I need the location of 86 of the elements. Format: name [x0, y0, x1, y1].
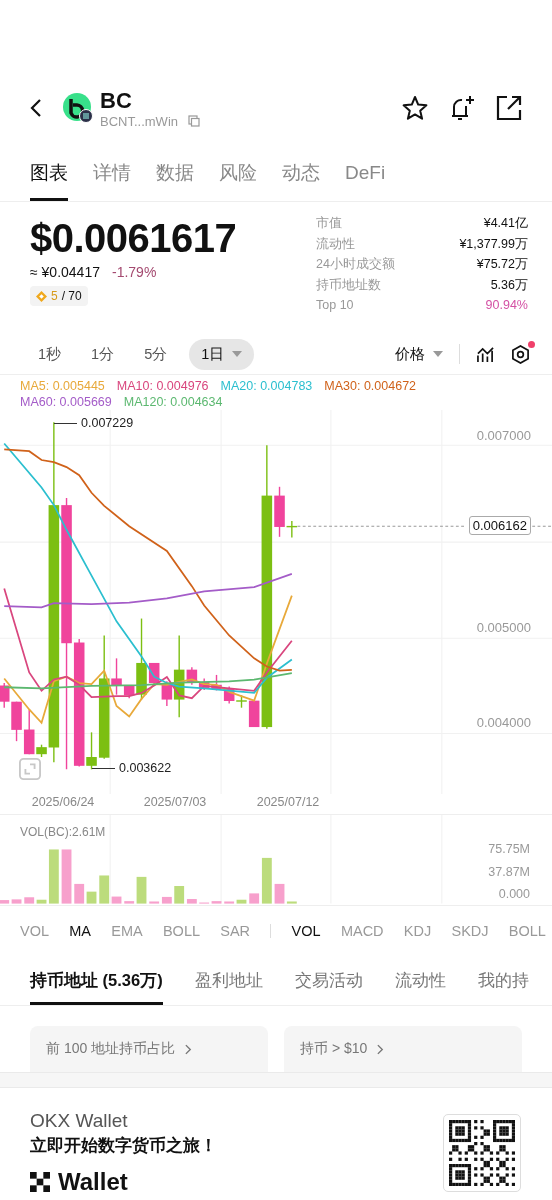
timeframe-tab[interactable]: 1日 — [189, 338, 255, 370]
price-line — [531, 525, 552, 527]
wallet-logo-icon — [30, 1172, 50, 1192]
tab[interactable]: 图表 — [30, 154, 68, 201]
stat-label: 流动性 — [316, 235, 355, 253]
settings-icon[interactable] — [511, 344, 530, 364]
holder-tab[interactable]: 流动性 — [394, 964, 446, 1005]
holder-tab[interactable]: 持币地址 (5.36万) — [30, 964, 163, 1005]
price-mode-dropdown[interactable]: 价格 — [395, 344, 443, 364]
x-axis-label: 2025/06/24 — [31, 795, 95, 809]
wallet-brand-name: Wallet — [58, 1168, 128, 1196]
low-price-label: 0.003622 — [119, 761, 172, 775]
rank-total: / 70 — [61, 289, 82, 303]
caret-icon — [232, 351, 243, 357]
banner-slogan: 立即开始数字货币之旅！ — [30, 1135, 217, 1157]
banner-title: OKX Wallet — [30, 1110, 129, 1132]
ma-legend: MA120: 0.004634 — [123, 394, 223, 410]
ma-legend: MA60: 0.005669 — [20, 394, 112, 410]
rank-number: 5 — [51, 289, 58, 303]
volume-axis-label: 75.75M — [488, 842, 530, 856]
candle — [211, 674, 222, 692]
price-change: -1.79% — [111, 264, 157, 280]
indicator-tab[interactable]: MA — [69, 923, 91, 939]
tab[interactable]: 动态 — [282, 154, 320, 201]
filter-card[interactable]: 前 100 地址持币占比 — [30, 1026, 268, 1072]
high-price-label: 0.007229 — [81, 416, 134, 430]
share-icon[interactable] — [496, 95, 522, 121]
tab[interactable]: 风险 — [219, 154, 257, 201]
last-price-tag: 0.006162 — [468, 516, 531, 535]
tab[interactable]: 详情 — [93, 154, 131, 201]
volume-bar — [61, 849, 72, 904]
chart-indicator-icon[interactable] — [476, 345, 495, 363]
back-icon[interactable] — [30, 98, 42, 118]
indicator-tab[interactable]: KDJ — [403, 923, 432, 939]
stat-label: 市值 — [316, 215, 342, 232]
indicator-tab[interactable]: BOLL — [162, 923, 201, 939]
indicator-tab[interactable]: VOL — [291, 923, 321, 939]
leader-line — [54, 422, 77, 424]
ma-legend: MA30: 0.004672 — [324, 378, 417, 394]
candle — [198, 677, 210, 691]
timeframe-tab[interactable]: 1秒 — [30, 338, 70, 370]
stat-label: Top 10 — [316, 297, 354, 314]
indicator-tab[interactable]: BOLL — [508, 923, 546, 939]
stat-value: ¥75.72万 — [476, 256, 528, 273]
stat-label: 持币地址数 — [316, 276, 381, 294]
star-icon[interactable] — [402, 95, 428, 121]
stat-value: ¥4.41亿 — [483, 215, 528, 232]
indicator-tab[interactable]: VOL — [20, 923, 49, 939]
caret-icon — [433, 351, 443, 357]
stat-value: 90.94% — [485, 297, 528, 314]
converted-price: ≈ ¥0.04417 — [30, 264, 100, 280]
price-value: $0.0061617 — [30, 215, 237, 262]
indicator-tab[interactable]: SKDJ — [451, 923, 489, 939]
token-title: BC — [100, 87, 133, 114]
tab[interactable]: DeFi — [345, 154, 386, 201]
leader-line — [92, 767, 115, 769]
y-axis-label: 0.004000 — [476, 715, 531, 731]
x-axis-label: 2025/07/03 — [143, 795, 207, 809]
ma-legend: MA10: 0.004976 — [116, 378, 209, 394]
holder-tab[interactable]: 我的持 — [477, 964, 529, 1005]
volume-title: VOL(BC):2.61M — [20, 825, 106, 839]
y-axis-label: 0.005000 — [476, 619, 531, 635]
token-address: BCNT...mWin — [100, 113, 178, 129]
chevron-right-icon — [185, 1043, 193, 1055]
x-axis-label: 2025/07/12 — [256, 795, 320, 809]
ma-legend: MA5: 0.005445 — [20, 378, 105, 394]
filter-card[interactable]: 持币 > $10 — [284, 1026, 522, 1072]
volume-axis-label: 37.87M — [488, 865, 530, 879]
volume-axis-label: 0.000 — [498, 887, 530, 901]
token-logo-icon — [62, 92, 94, 124]
y-axis-label: 0.007000 — [476, 427, 531, 443]
timeframe-tab[interactable]: 5分 — [136, 338, 176, 370]
timeframe-tab[interactable]: 1分 — [83, 338, 123, 370]
stat-label: 24小时成交额 — [316, 256, 395, 273]
copy-icon[interactable] — [188, 115, 200, 127]
ma-legend: MA20: 0.004783 — [220, 378, 313, 394]
stat-value: 5.36万 — [490, 276, 528, 294]
holder-tab[interactable]: 交易活动 — [294, 964, 363, 1005]
chevron-right-icon — [377, 1043, 385, 1055]
tab[interactable]: 数据 — [156, 154, 194, 201]
indicator-tab[interactable]: EMA — [111, 923, 143, 939]
indicator-tab[interactable]: SAR — [220, 923, 251, 939]
holder-tab[interactable]: 盈利地址 — [194, 964, 263, 1005]
indicator-tab[interactable]: MACD — [340, 923, 384, 939]
stat-value: ¥1,377.99万 — [459, 235, 528, 253]
diamond-icon — [36, 290, 47, 302]
